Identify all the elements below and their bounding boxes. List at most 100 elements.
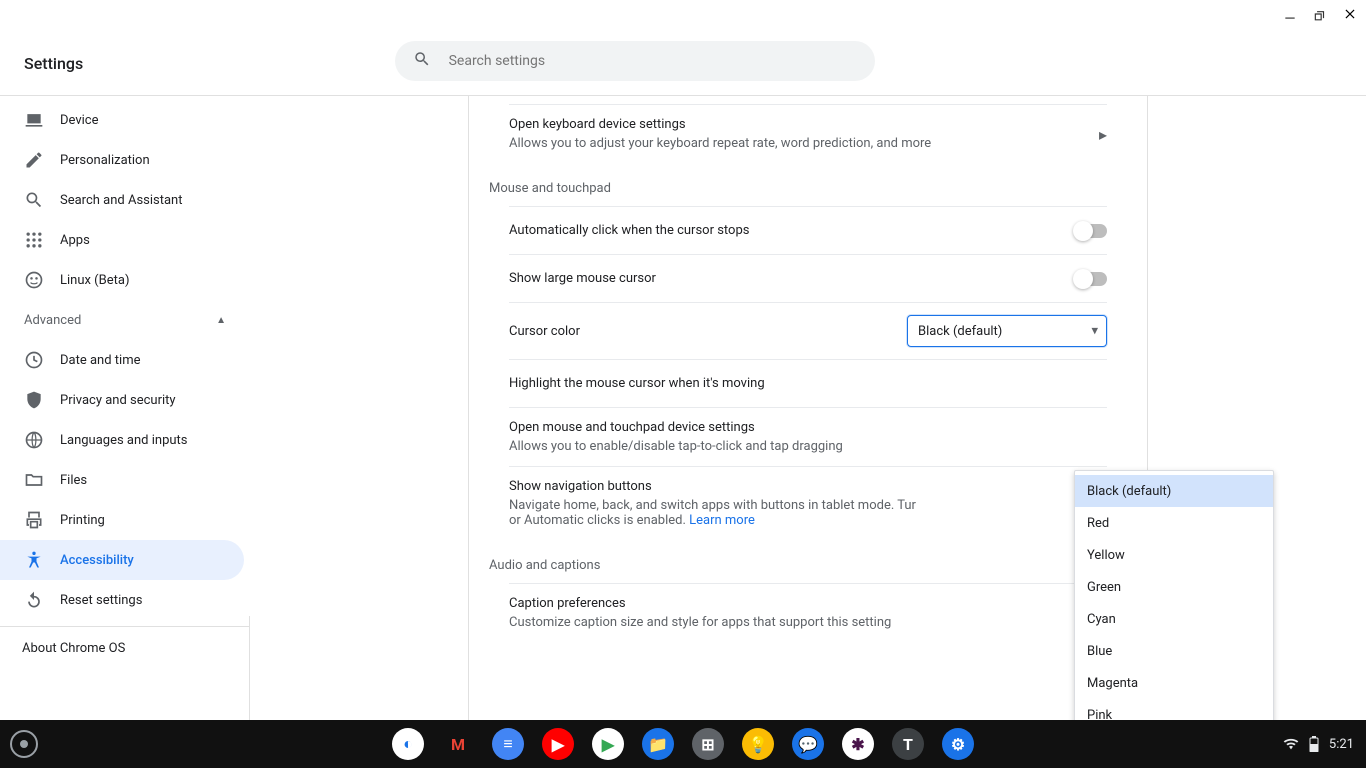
option-pink[interactable]: Pink (1075, 699, 1273, 720)
sub-caption-prefs: Customize caption size and style for app… (509, 615, 891, 630)
restore-icon[interactable] (1312, 6, 1328, 22)
sidebar-item-reset-settings[interactable]: Reset settings (0, 580, 244, 620)
shelf-app-chrome[interactable]: ◐ (392, 728, 424, 760)
shelf-app-youtube[interactable]: ▶ (542, 728, 574, 760)
page-title: Settings (24, 54, 83, 81)
sidebar-item-files[interactable]: Files (0, 460, 244, 500)
printer-icon (24, 510, 44, 530)
caret-down-icon: ▾ (1091, 324, 1098, 339)
option-magenta[interactable]: Magenta (1075, 667, 1273, 699)
option-red[interactable]: Red (1075, 507, 1273, 539)
sidebar-item-search-and-assistant[interactable]: Search and Assistant (0, 180, 244, 220)
close-icon[interactable] (1342, 6, 1358, 22)
sidebar-item-label: Search and Assistant (60, 193, 183, 208)
sidebar-item-privacy-and-security[interactable]: Privacy and security (0, 380, 244, 420)
sidebar-item-label: Reset settings (60, 593, 142, 608)
shelf-app-messages[interactable]: 💬 (792, 728, 824, 760)
shelf-app-gmail[interactable]: M (442, 728, 474, 760)
clock: 5:21 (1329, 737, 1354, 752)
row-open-mouse-settings[interactable]: Open mouse and touchpad device settings … (509, 407, 1107, 466)
wifi-icon (1283, 736, 1299, 752)
sidebar: Device Personalization Search and Assistan… (0, 96, 250, 720)
sidebar-item-linux-beta-[interactable]: Linux (Beta) (0, 260, 244, 300)
battery-icon (1309, 736, 1319, 752)
sidebar-item-personalization[interactable]: Personalization (0, 140, 244, 180)
row-nav-buttons[interactable]: Show navigation buttons Navigate home, b… (509, 466, 1107, 540)
sidebar-advanced-heading[interactable]: Advanced ▲ (0, 300, 250, 340)
row-cursor-color: Cursor color Black (default) ▾ (509, 302, 1107, 359)
section-mouse-touchpad: Mouse and touchpad (489, 181, 1107, 196)
sidebar-item-languages-and-inputs[interactable]: Languages and inputs (0, 420, 244, 460)
row-highlight-cursor[interactable]: Highlight the mouse cursor when it's mov… (509, 359, 1107, 407)
launcher-button[interactable] (10, 730, 38, 758)
option-cyan[interactable]: Cyan (1075, 603, 1273, 635)
shelf-app-slack[interactable]: ✱ (842, 728, 874, 760)
folder-icon (24, 470, 44, 490)
shelf-app-files[interactable]: 📁 (642, 728, 674, 760)
label-autoclick: Automatically click when the cursor stop… (509, 223, 749, 238)
shelf-app-text[interactable]: T (892, 728, 924, 760)
laptop-icon (24, 110, 44, 130)
option-black-default-[interactable]: Black (default) (1075, 475, 1273, 507)
row-autoclick[interactable]: Automatically click when the cursor stop… (509, 206, 1107, 254)
reset-icon (24, 590, 44, 610)
shelf: ◐ M ≡ ▶ ▶ 📁 ⊞ 💡 💬 ✱ T ⚙ 5:21 (0, 720, 1366, 768)
sidebar-item-label: Files (60, 473, 87, 488)
option-yellow[interactable]: Yellow (1075, 539, 1273, 571)
search-icon (413, 50, 449, 72)
toggle-autoclick[interactable] (1075, 224, 1107, 238)
section-audio-captions: Audio and captions (489, 558, 1107, 573)
sidebar-item-printing[interactable]: Printing (0, 500, 244, 540)
shelf-app-calc[interactable]: ⊞ (692, 728, 724, 760)
label-open-mouse-settings: Open mouse and touchpad device settings (509, 420, 843, 435)
row-large-cursor[interactable]: Show large mouse cursor (509, 254, 1107, 302)
sidebar-item-accessibility[interactable]: Accessibility (0, 540, 244, 580)
sidebar-item-label: Personalization (60, 153, 150, 168)
sidebar-item-label: Apps (60, 233, 90, 248)
status-area[interactable]: 5:21 (1283, 736, 1354, 752)
shelf-app-keep[interactable]: 💡 (742, 728, 774, 760)
minimize-icon[interactable] (1282, 6, 1298, 22)
linux-icon (24, 270, 44, 290)
sidebar-item-date-and-time[interactable]: Date and time (0, 340, 244, 380)
label-open-keyboard-settings: Open keyboard device settings (509, 117, 931, 132)
content: Open keyboard device settings Allows you… (468, 96, 1148, 720)
shelf-app-docs[interactable]: ≡ (492, 728, 524, 760)
sidebar-item-label: Privacy and security (60, 393, 176, 408)
clock-icon (24, 350, 44, 370)
shelf-app-play[interactable]: ▶ (592, 728, 624, 760)
row-caption-prefs[interactable]: Caption preferences Customize caption si… (509, 583, 1107, 642)
option-green[interactable]: Green (1075, 571, 1273, 603)
header: Settings (0, 0, 1366, 96)
sub-open-mouse-settings: Allows you to enable/disable tap-to-clic… (509, 439, 843, 454)
search-input[interactable] (449, 53, 857, 69)
option-blue[interactable]: Blue (1075, 635, 1273, 667)
sidebar-item-label: Accessibility (60, 553, 134, 568)
globe-icon (24, 430, 44, 450)
search-box[interactable] (395, 41, 875, 81)
shield-icon (24, 390, 44, 410)
grid-icon (24, 230, 44, 250)
select-cursor-color[interactable]: Black (default) ▾ (907, 315, 1107, 347)
label-highlight-cursor: Highlight the mouse cursor when it's mov… (509, 376, 765, 391)
pencil-icon (24, 150, 44, 170)
a11y-icon (24, 550, 44, 570)
row-open-keyboard-settings[interactable]: Open keyboard device settings Allows you… (509, 104, 1107, 163)
label-nav-buttons: Show navigation buttons (509, 479, 916, 494)
chevron-up-icon: ▲ (216, 315, 226, 326)
sub-nav-buttons: Navigate home, back, and switch apps wit… (509, 498, 916, 528)
shelf-app-settings[interactable]: ⚙ (942, 728, 974, 760)
sidebar-item-label: Linux (Beta) (60, 273, 129, 288)
learn-more-link[interactable]: Learn more (689, 513, 755, 528)
sidebar-item-label: Printing (60, 513, 105, 528)
sidebar-item-apps[interactable]: Apps (0, 220, 244, 260)
search-icon (24, 190, 44, 210)
sidebar-about[interactable]: About Chrome OS (0, 626, 250, 656)
toggle-large-cursor[interactable] (1075, 272, 1107, 286)
select-cursor-color-value: Black (default) (918, 324, 1002, 339)
chevron-right-icon: ▸ (1099, 125, 1107, 144)
sidebar-item-device[interactable]: Device (0, 100, 244, 140)
sidebar-item-label: Device (60, 113, 99, 128)
dropdown-cursor-color[interactable]: Black (default)RedYellowGreenCyanBlueMag… (1074, 470, 1274, 720)
sub-open-keyboard-settings: Allows you to adjust your keyboard repea… (509, 136, 931, 151)
